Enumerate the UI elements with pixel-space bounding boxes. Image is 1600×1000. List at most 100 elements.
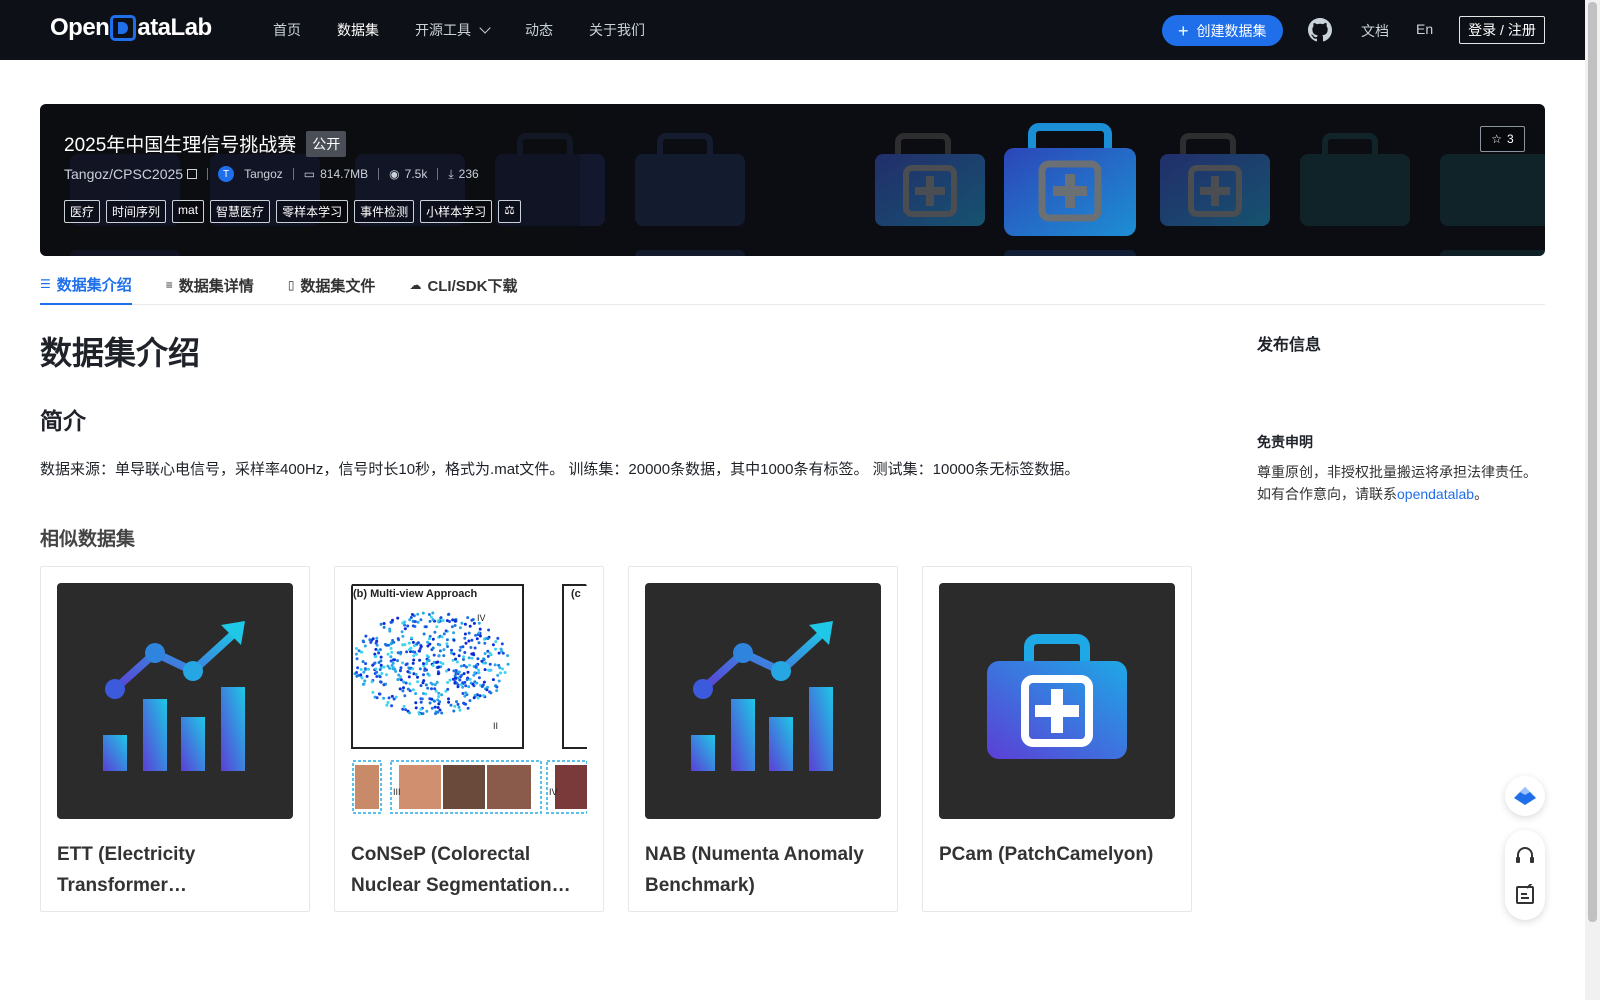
scatter-dot (382, 625, 386, 629)
star-button[interactable]: ☆ 3 (1480, 126, 1525, 152)
tag[interactable]: 零样本学习 (276, 200, 349, 223)
dataset-card[interactable]: NAB (Numenta Anomaly Benchmark) (628, 566, 898, 912)
scatter-dot (485, 688, 489, 692)
nav-news[interactable]: 动态 (525, 20, 553, 40)
scatter-dot (387, 696, 391, 700)
scatter-dot (457, 670, 461, 674)
dataset-card[interactable]: ETT (Electricity Transformer Temperature… (40, 566, 310, 912)
dataset-title: 2025年中国生理信号挑战赛 (64, 135, 297, 156)
scatter-dot (494, 647, 497, 651)
scatter-dot (487, 628, 491, 632)
scatter-dot (432, 653, 436, 657)
scatter-dot (491, 643, 495, 647)
scatter-dot (359, 673, 363, 677)
scatter-dot (470, 638, 474, 642)
scatter-dot (437, 695, 441, 698)
owner-link[interactable]: T Tangoz (218, 166, 283, 182)
scatter-dot (427, 659, 431, 662)
scatter-dot (393, 667, 397, 671)
language-switch[interactable]: En (1416, 21, 1433, 37)
nav-about[interactable]: 关于我们 (589, 20, 645, 40)
edit-note-icon[interactable] (1514, 883, 1536, 906)
scrollbar-thumb[interactable] (1588, 2, 1597, 922)
license-tag[interactable]: ⚖ (498, 200, 521, 223)
tab-details[interactable]: ≡ 数据集详情 (166, 265, 254, 305)
feedback-float-button[interactable] (1505, 776, 1545, 816)
dataset-banner: 2025年中国生理信号挑战赛 公开 Tangoz/CPSC2025 T Tang… (40, 104, 1545, 256)
login-register-button[interactable]: 登录 / 注册 (1459, 16, 1545, 44)
contact-link[interactable]: opendatalab (1397, 486, 1474, 502)
copy-icon[interactable] (187, 169, 198, 179)
nav-open-tools[interactable]: 开源工具 (415, 20, 491, 40)
scatter-dot (496, 673, 500, 677)
scatter-dot (448, 678, 452, 682)
scatter-dot (499, 647, 503, 651)
scatter-dot (478, 627, 482, 631)
scatter-dot (446, 681, 450, 684)
scatter-dot (467, 631, 471, 635)
scatter-dot (363, 667, 367, 671)
medical-kit-icon (987, 634, 1127, 759)
scatter-dot (477, 631, 481, 635)
github-icon[interactable] (1308, 18, 1332, 42)
dataset-size: ▭ 814.7MB (304, 167, 368, 181)
scatter-dot (405, 650, 409, 654)
scatter-dot (402, 686, 405, 690)
scatter-dot (454, 657, 458, 661)
scatter-dot (441, 619, 445, 622)
tag[interactable]: 小样本学习 (420, 200, 493, 223)
tag[interactable]: 智慧医疗 (210, 200, 271, 223)
dataset-thumbnail: (b) Multi-view Approach (c IV II III IV (351, 583, 587, 819)
headset-icon[interactable] (1514, 845, 1536, 867)
scatter-dot (389, 646, 393, 650)
scatter-dot (418, 712, 421, 716)
scatter-dot (419, 700, 423, 704)
scatter-dot (401, 634, 405, 638)
scatter-dot (486, 654, 490, 658)
scatter-dot (416, 612, 420, 616)
scatter-dot (419, 707, 423, 711)
scatter-dot (445, 642, 449, 646)
tag[interactable]: mat (172, 200, 205, 223)
scatter-dot (497, 679, 501, 683)
scatter-dot (414, 701, 418, 705)
scatter-dot (390, 650, 394, 654)
main-nav: 首页 数据集 开源工具 动态 关于我们 (273, 0, 645, 60)
create-dataset-button[interactable]: + 创建数据集 (1162, 15, 1283, 46)
chevron-down-icon (479, 22, 491, 34)
dataset-card[interactable]: (b) Multi-view Approach (c IV II III IV … (334, 566, 604, 912)
plus-icon: + (1178, 20, 1189, 41)
scatter-dot (501, 667, 505, 671)
scatter-dot (419, 684, 423, 688)
scatter-dot (431, 618, 435, 622)
scatter-dot (436, 672, 440, 676)
scatter-dot (390, 664, 394, 667)
scatter-dot (473, 671, 477, 675)
scatter-dot (375, 670, 379, 674)
dataset-card-title: CoNSeP (Colorectal Nuclear Segmentation … (351, 844, 552, 896)
scatter-dot (482, 658, 486, 662)
scatter-dot (408, 648, 411, 652)
dataset-card[interactable]: PCam (PatchCamelyon) (922, 566, 1192, 912)
scatter-dot (458, 708, 462, 712)
tab-cli-sdk[interactable]: ☁ CLI/SDK下载 (409, 265, 517, 305)
scatter-dot (465, 665, 468, 669)
tag[interactable]: 事件检测 (354, 200, 415, 223)
scatter-dot (355, 647, 358, 650)
avatar: T (218, 166, 235, 182)
scatter-dot (433, 630, 437, 634)
scatter-dot (456, 676, 460, 680)
tag[interactable]: 时间序列 (106, 200, 167, 223)
nav-datasets[interactable]: 数据集 (337, 20, 379, 40)
docs-link[interactable]: 文档 (1361, 21, 1389, 41)
site-logo[interactable]: Open ataLab (50, 14, 212, 42)
nav-home[interactable]: 首页 (273, 20, 301, 40)
scatter-dot (433, 687, 437, 691)
scatter-dot (475, 637, 479, 641)
tag[interactable]: 医疗 (64, 200, 101, 223)
dataset-card-title: PCam (PatchCamelyon) (939, 844, 1154, 865)
tab-intro[interactable]: ☰ 数据集介绍 (40, 265, 132, 305)
tab-files[interactable]: ▯ 数据集文件 (288, 265, 376, 305)
list-icon: ≡ (165, 278, 173, 292)
similar-datasets-list: ETT (Electricity Transformer Temperature… (40, 566, 1192, 912)
